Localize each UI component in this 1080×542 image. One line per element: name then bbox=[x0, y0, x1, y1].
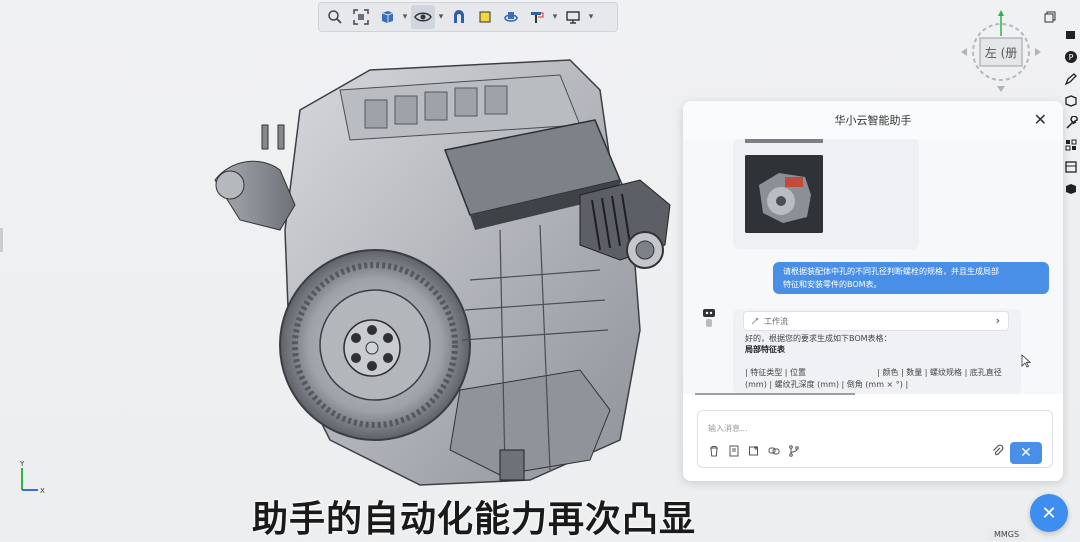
chat-title: 华小云智能助手 bbox=[834, 114, 912, 127]
units-indicator[interactable]: MMGS bbox=[988, 529, 1026, 541]
axis-triad: Y X bbox=[19, 460, 45, 495]
axis-y-label: Y bbox=[19, 460, 25, 468]
svg-text:P: P bbox=[1069, 53, 1074, 62]
layers-icon[interactable] bbox=[1064, 28, 1078, 42]
image-top-strip bbox=[745, 139, 823, 143]
document-icon[interactable] bbox=[728, 445, 740, 457]
fit-view-icon[interactable] bbox=[349, 5, 373, 29]
chevron-down-icon[interactable]: ▾ bbox=[551, 12, 559, 22]
assistant-chat-panel: 华小云智能助手 ✕ 请根据装配体中孔的不同孔径判断螺栓的规格，并且生成局部 特征… bbox=[683, 101, 1063, 481]
bot-avatar-icon bbox=[703, 309, 715, 327]
rotate-icon[interactable] bbox=[499, 5, 523, 29]
face-icon[interactable] bbox=[473, 5, 497, 29]
branch-icon[interactable] bbox=[788, 445, 800, 457]
bot-message: 工作流 › 好的，根据您的要求生成如下BOM表格： 局部特征表 | 特征类型 |… bbox=[733, 309, 1021, 394]
image-message-card bbox=[733, 139, 919, 249]
chevron-down-icon[interactable]: ▾ bbox=[437, 12, 445, 22]
trash-icon[interactable] bbox=[708, 445, 720, 457]
bot-table-line: (mm) | 螺纹孔深度 (mm) | 倒角 (mm × °) | bbox=[745, 380, 909, 389]
viewcube-label: 左 (册 bbox=[985, 45, 1018, 60]
engine-thumbnail[interactable] bbox=[745, 155, 823, 233]
assistant-fab-button[interactable]: ✕ bbox=[1030, 494, 1068, 532]
box-icon[interactable] bbox=[1064, 94, 1078, 108]
mouse-cursor-icon bbox=[1021, 354, 1031, 368]
chat-messages[interactable]: 请根据装配体中孔的不同孔径判断螺栓的规格，并且生成局部 特征和安装零件的BOM表… bbox=[683, 139, 1063, 394]
axis-x-label: X bbox=[40, 487, 45, 495]
user-message-line: 特征和安装零件的BOM表。 bbox=[783, 280, 882, 289]
chevron-down-icon[interactable]: ▾ bbox=[587, 12, 595, 22]
input-toolbar bbox=[708, 445, 800, 457]
view-cube[interactable]: 左 (册 bbox=[958, 10, 1044, 94]
video-subtitle: 助手的自动化能力再次凸显 bbox=[252, 499, 697, 540]
send-cancel-button[interactable]: ✕ bbox=[1010, 442, 1042, 464]
panel-icon[interactable] bbox=[1064, 160, 1078, 174]
wrench-icon[interactable] bbox=[1064, 116, 1078, 130]
message-input-placeholder[interactable]: 输入消息... bbox=[708, 423, 748, 434]
link-icon[interactable] bbox=[768, 445, 780, 457]
3d-viewport[interactable]: ▾ ▾ ▾ ▾ 左 (册 P Y X 华小云智能助手 ✕ 请根据装配体中孔的不同… bbox=[0, 0, 1080, 541]
chat-header: 华小云智能助手 ✕ bbox=[683, 101, 1063, 140]
left-panel-handle[interactable] bbox=[0, 228, 3, 252]
user-message-line: 请根据装配体中孔的不同孔径判断螺栓的规格，并且生成局部 bbox=[783, 267, 999, 276]
bot-heading: 局部特征表 bbox=[745, 345, 785, 354]
message-input-box[interactable]: 输入消息... ✕ bbox=[697, 410, 1053, 468]
zoom-icon[interactable] bbox=[323, 5, 347, 29]
p-badge-icon[interactable]: P bbox=[1064, 50, 1078, 64]
attachment-icon[interactable] bbox=[991, 444, 1005, 458]
horizontal-scrollbar[interactable] bbox=[695, 393, 855, 395]
user-message: 请根据装配体中孔的不同孔径判断螺栓的规格，并且生成局部 特征和安装零件的BOM表… bbox=[773, 262, 1049, 294]
section-icon[interactable] bbox=[447, 5, 471, 29]
close-icon[interactable]: ✕ bbox=[1034, 110, 1047, 129]
workflow-label: 工作流 bbox=[764, 316, 788, 326]
bot-text-line: 好的，根据您的要求生成如下BOM表格： bbox=[745, 334, 892, 343]
engine-model[interactable] bbox=[200, 30, 700, 500]
chevron-right-icon[interactable]: › bbox=[996, 314, 1000, 327]
display-icon[interactable] bbox=[561, 5, 585, 29]
paint-icon[interactable] bbox=[525, 5, 549, 29]
grid-icon[interactable] bbox=[1064, 138, 1078, 152]
workflow-icon bbox=[751, 317, 759, 325]
chevron-down-icon[interactable]: ▾ bbox=[401, 12, 409, 22]
bot-table-line: | 特征类型 | 位置 | 颜色 | 数量 | 螺纹规格 | 底孔直径 bbox=[745, 368, 1002, 377]
workflow-toggle[interactable]: 工作流 › bbox=[743, 311, 1009, 331]
edit-icon[interactable] bbox=[1064, 72, 1078, 86]
window-restore-icon[interactable] bbox=[1044, 8, 1056, 23]
right-icon-bar: P bbox=[1062, 28, 1080, 258]
eye-icon[interactable] bbox=[411, 5, 435, 29]
cube-view-icon[interactable] bbox=[375, 5, 399, 29]
view-toolbar: ▾ ▾ ▾ ▾ bbox=[318, 2, 618, 32]
cube-small-icon[interactable] bbox=[1064, 182, 1078, 196]
new-chat-icon[interactable] bbox=[748, 445, 760, 457]
